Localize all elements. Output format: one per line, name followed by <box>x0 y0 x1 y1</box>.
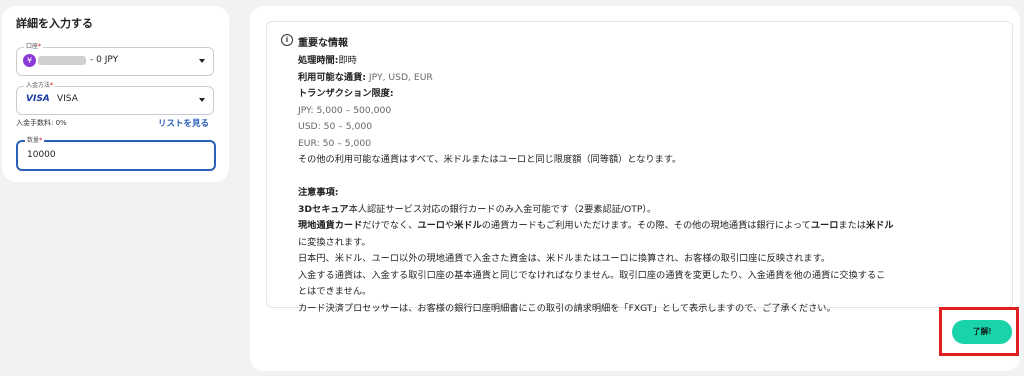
yen-coin-icon: ¥ <box>23 54 36 67</box>
visa-logo-icon: VISA <box>26 94 50 104</box>
other-currencies-text: その他の利用可能な通貨はすべて、米ドルまたはユーロと同じ限度額（同等額）となりま… <box>298 154 682 165</box>
amount-input[interactable]: 数量* 10000 <box>16 136 216 171</box>
available-currencies-line: 利用可能な通貨: JPY, USD, EUR <box>298 71 433 83</box>
chevron-down-icon <box>199 98 205 102</box>
note-3d-secure: 3Dセキュア本人認証サービス対応の銀行カードのみ入金可能です（2要素認証/OTP… <box>298 203 657 215</box>
deposit-fee-text: 入金手数料: 0% <box>16 119 67 127</box>
view-list-link[interactable]: リストを見る <box>158 117 209 129</box>
processing-time-line: 処理時間:即時 <box>298 55 357 66</box>
payment-method-value: VISA <box>57 94 78 104</box>
transaction-limits-heading: トランザクション限度: <box>298 88 394 99</box>
limit-eur: EUR: 50 – 5,000 <box>298 137 372 149</box>
amount-value: 10000 <box>27 150 56 160</box>
payment-method-select[interactable]: 入金方法* VISA VISA <box>16 81 214 115</box>
limit-jpy: JPY: 5,000 – 500,000 <box>298 104 392 116</box>
account-value: - 0 JPY <box>90 55 119 65</box>
ok-button[interactable]: 了解! <box>952 320 1012 344</box>
info-content: 処理時間:即時 利用可能な通貨: JPY, USD, EUR トランザクション限… <box>298 53 998 317</box>
info-circle-icon: i <box>281 34 293 46</box>
note-local-currency-cards: 現地通貨カードだけでなく、ユーロや米ドルの通貨カードもご利用いただけます。その際… <box>298 220 894 231</box>
note-local-currency-cards-cont: に変換されます。 <box>298 236 371 248</box>
note-statement-descriptor: カード決済プロセッサーは、お客様の銀行口座明細書にこの取引の請求明細を「FXGT… <box>298 302 836 314</box>
chevron-down-icon <box>199 59 205 63</box>
note-base-currency: 入金する通貨は、入金する取引口座の基本通貨と同じでなければなりません。取引口座の… <box>298 269 886 281</box>
amount-label: 数量* <box>25 136 45 146</box>
account-select[interactable]: 口座* ¥ - 0 JPY <box>16 42 214 76</box>
limit-usd: USD: 50 – 5,000 <box>298 121 373 132</box>
note-base-currency-cont: とはできません。 <box>298 286 372 297</box>
info-title: 重要な情報 <box>298 38 348 49</box>
note-conversion: 日本円、米ドル、ユーロ以外の現地通貨で入金さた資金は、米ドルまたはユーロに換算さ… <box>298 253 831 264</box>
notes-heading: 注意事項: <box>298 187 339 198</box>
account-number-redacted <box>38 56 86 65</box>
form-title: 詳細を入力する <box>16 17 93 30</box>
payment-method-label: 入金方法* <box>24 81 56 91</box>
account-label: 口座* <box>24 42 44 52</box>
